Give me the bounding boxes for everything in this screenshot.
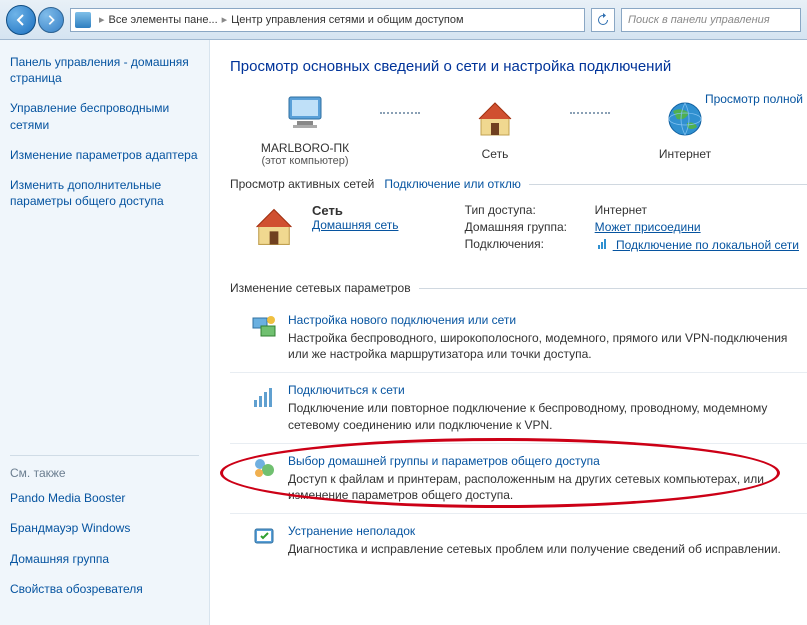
task-new-connection: Настройка нового подключения или сети На… (230, 303, 807, 372)
map-this-pc: MARLBORO-ПК (этот компьютер) (230, 89, 380, 167)
map-label: Интернет (610, 147, 760, 161)
connection-line (380, 112, 420, 114)
search-input[interactable]: Поиск в панели управления (621, 8, 801, 32)
task-troubleshoot: Устранение неполадок Диагностика и испра… (230, 513, 807, 567)
content-area: Панель управления - домашняя страница Уп… (0, 40, 807, 625)
map-sublabel: (этот компьютер) (230, 155, 380, 167)
task-homegroup-sharing: Выбор домашней группы и параметров общег… (230, 443, 807, 513)
breadcrumb-segment[interactable]: Все элементы пане... (109, 14, 218, 26)
arrow-left-icon (14, 13, 28, 27)
home-network-icon (250, 203, 298, 251)
see-also-link[interactable]: Брандмауэр Windows (10, 520, 199, 536)
task-link[interactable]: Подключиться к сети (288, 383, 405, 397)
sidebar-link-adapter[interactable]: Изменение параметров адаптера (10, 147, 199, 163)
page-title: Просмотр основных сведений о сети и наст… (230, 58, 807, 75)
map-label: Сеть (420, 147, 570, 161)
forward-button[interactable] (38, 7, 64, 33)
chevron-right-icon: ▸ (222, 13, 228, 26)
address-toolbar: ▸ Все элементы пане... ▸ Центр управлени… (0, 0, 807, 40)
sidebar: Панель управления - домашняя страница Уп… (0, 40, 210, 625)
view-full-map-link[interactable]: Просмотр полной (705, 92, 803, 106)
connect-disconnect-link[interactable]: Подключение или отклю (374, 177, 520, 191)
network-properties: Тип доступа: Интернет Домашняя группа: М… (465, 203, 807, 255)
task-link[interactable]: Настройка нового подключения или сети (288, 313, 516, 327)
refresh-button[interactable] (591, 8, 615, 32)
control-panel-icon (75, 12, 91, 28)
active-networks-header: Просмотр активных сетей Подключение или … (230, 177, 807, 191)
network-info: Сеть Домашняя сеть (312, 203, 398, 232)
see-also-link[interactable]: Свойства обозревателя (10, 581, 199, 597)
section-label: Просмотр активных сетей (230, 177, 374, 191)
see-also-link[interactable]: Pando Media Booster (10, 490, 199, 506)
arrow-right-icon (45, 14, 57, 26)
main-panel: Просмотр основных сведений о сети и наст… (210, 40, 807, 625)
homegroup-link[interactable]: Может присоедини (595, 220, 701, 234)
network-type-link[interactable]: Домашняя сеть (312, 218, 398, 232)
search-placeholder: Поиск в панели управления (628, 14, 770, 26)
task-connect-network: Подключиться к сети Подключение или повт… (230, 372, 807, 442)
globe-icon (661, 95, 709, 143)
prop-key: Тип доступа: (465, 203, 595, 217)
task-description: Доступ к файлам и принтерам, расположенн… (288, 471, 803, 503)
task-description: Настройка беспроводного, широкополосного… (288, 330, 803, 362)
connection-name: Подключение по локальной сети (616, 238, 799, 252)
tasks-list: Настройка нового подключения или сети На… (230, 303, 807, 567)
connection-link[interactable]: Подключение по локальной сети (595, 237, 799, 252)
troubleshoot-icon (250, 524, 278, 552)
breadcrumb-segment[interactable]: Центр управления сетями и общим доступом (231, 14, 463, 26)
ethernet-icon (595, 237, 609, 249)
task-description: Подключение или повторное подключение к … (288, 400, 803, 432)
prop-key: Домашняя группа: (465, 220, 595, 234)
breadcrumb[interactable]: ▸ Все элементы пане... ▸ Центр управлени… (70, 8, 585, 32)
nav-buttons (6, 5, 64, 35)
map-label: MARLBORO-ПК (230, 141, 380, 155)
section-label: Изменение сетевых параметров (230, 281, 411, 295)
back-button[interactable] (6, 5, 36, 35)
see-also-header: См. также (10, 455, 199, 480)
homegroup-icon (250, 454, 278, 482)
connect-network-icon (250, 383, 278, 411)
sidebar-link-wireless[interactable]: Управление беспроводными сетями (10, 100, 199, 132)
task-link[interactable]: Устранение неполадок (288, 524, 415, 538)
sidebar-link-advanced-sharing[interactable]: Изменить дополнительные параметры общего… (10, 177, 199, 209)
connection-line (570, 112, 610, 114)
change-settings-header: Изменение сетевых параметров (230, 281, 807, 295)
network-name: Сеть (312, 203, 398, 218)
task-description: Диагностика и исправление сетевых пробле… (288, 541, 803, 557)
house-network-icon (471, 95, 519, 143)
see-also-link[interactable]: Домашняя группа (10, 551, 199, 567)
sidebar-link-home[interactable]: Панель управления - домашняя страница (10, 54, 199, 86)
active-network-item: Сеть Домашняя сеть Тип доступа: Интернет… (230, 199, 807, 271)
new-connection-icon (250, 313, 278, 341)
computer-icon (281, 89, 329, 137)
map-network: Сеть (420, 95, 570, 161)
task-link[interactable]: Выбор домашней группы и параметров общег… (288, 454, 600, 468)
refresh-icon (596, 13, 610, 27)
chevron-right-icon: ▸ (99, 13, 105, 26)
prop-key: Подключения: (465, 237, 595, 252)
prop-value: Интернет (595, 203, 647, 217)
